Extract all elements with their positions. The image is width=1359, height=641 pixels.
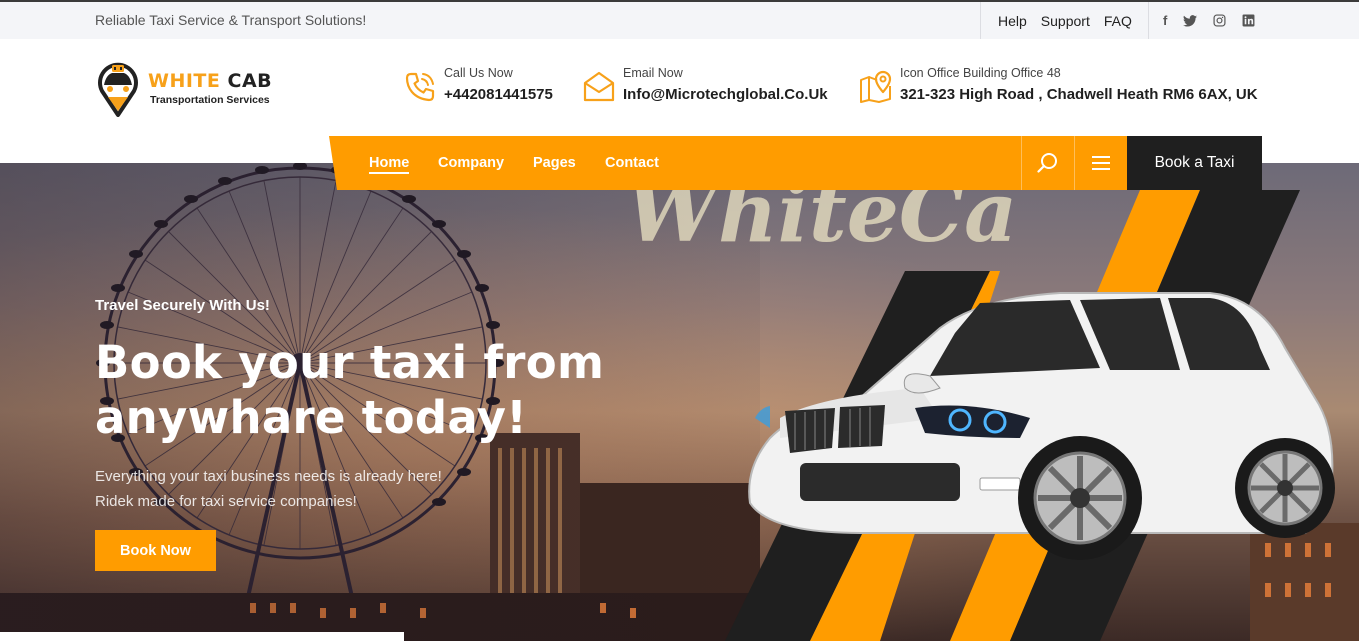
nav-separator bbox=[1074, 136, 1075, 190]
phone-icon bbox=[405, 72, 435, 102]
search-icon[interactable] bbox=[1034, 149, 1062, 177]
logo-subtitle: Transportation Services bbox=[150, 94, 270, 106]
email-icon bbox=[583, 71, 615, 102]
topbar-links: Help Support FAQ bbox=[980, 2, 1146, 39]
hero-headline: Book your taxi from anywhare today! bbox=[95, 336, 605, 444]
contact-address-label: Icon Office Building Office 48 bbox=[900, 66, 1061, 80]
hero-description: Everything your taxi business needs is a… bbox=[95, 468, 442, 510]
nav-item-contact[interactable]: Contact bbox=[605, 155, 659, 171]
logo-wordmark: WHITE CAB bbox=[148, 70, 273, 92]
nav-item-home[interactable]: Home bbox=[369, 155, 410, 174]
main-navigation: Home Company Pages Contact bbox=[329, 136, 1127, 190]
taxi-pin-logo-icon bbox=[98, 62, 138, 117]
linkedin-icon[interactable] bbox=[1242, 14, 1255, 27]
twitter-icon[interactable] bbox=[1183, 14, 1198, 27]
contact-phone-label: Call Us Now bbox=[444, 66, 513, 80]
book-now-button[interactable]: Book Now bbox=[95, 530, 216, 571]
menu-icon[interactable] bbox=[1087, 149, 1115, 177]
facebook-icon[interactable]: f bbox=[1163, 13, 1167, 28]
contact-email-value[interactable]: Info@Microtechglobal.Co.Uk bbox=[623, 86, 828, 103]
contact-phone-value[interactable]: +442081441575 bbox=[444, 86, 553, 103]
faq-link[interactable]: FAQ bbox=[1104, 13, 1132, 29]
instagram-icon[interactable] bbox=[1213, 14, 1226, 27]
social-links: f bbox=[1148, 2, 1271, 39]
contact-address-value: 321-323 High Road , Chadwell Heath RM6 6… bbox=[900, 86, 1258, 103]
nav-separator bbox=[1021, 136, 1022, 190]
site-logo[interactable]: WHITE CAB Transportation Services bbox=[94, 61, 284, 117]
nav-item-company[interactable]: Company bbox=[438, 155, 504, 171]
contact-email-label: Email Now bbox=[623, 66, 683, 80]
hero-kicker: Travel Securely With Us! bbox=[95, 297, 270, 314]
top-bar: Reliable Taxi Service & Transport Soluti… bbox=[0, 0, 1359, 39]
book-a-taxi-button[interactable]: Book a Taxi bbox=[1127, 136, 1262, 190]
support-link[interactable]: Support bbox=[1041, 13, 1090, 29]
topbar-tagline: Reliable Taxi Service & Transport Soluti… bbox=[95, 12, 367, 28]
hero-section: WhiteCab bbox=[0, 163, 1359, 641]
map-location-icon bbox=[860, 70, 892, 103]
hero-bottom-strip bbox=[0, 632, 404, 641]
white-car-image bbox=[748, 292, 1335, 560]
help-link[interactable]: Help bbox=[998, 13, 1027, 29]
nav-item-pages[interactable]: Pages bbox=[533, 155, 576, 171]
